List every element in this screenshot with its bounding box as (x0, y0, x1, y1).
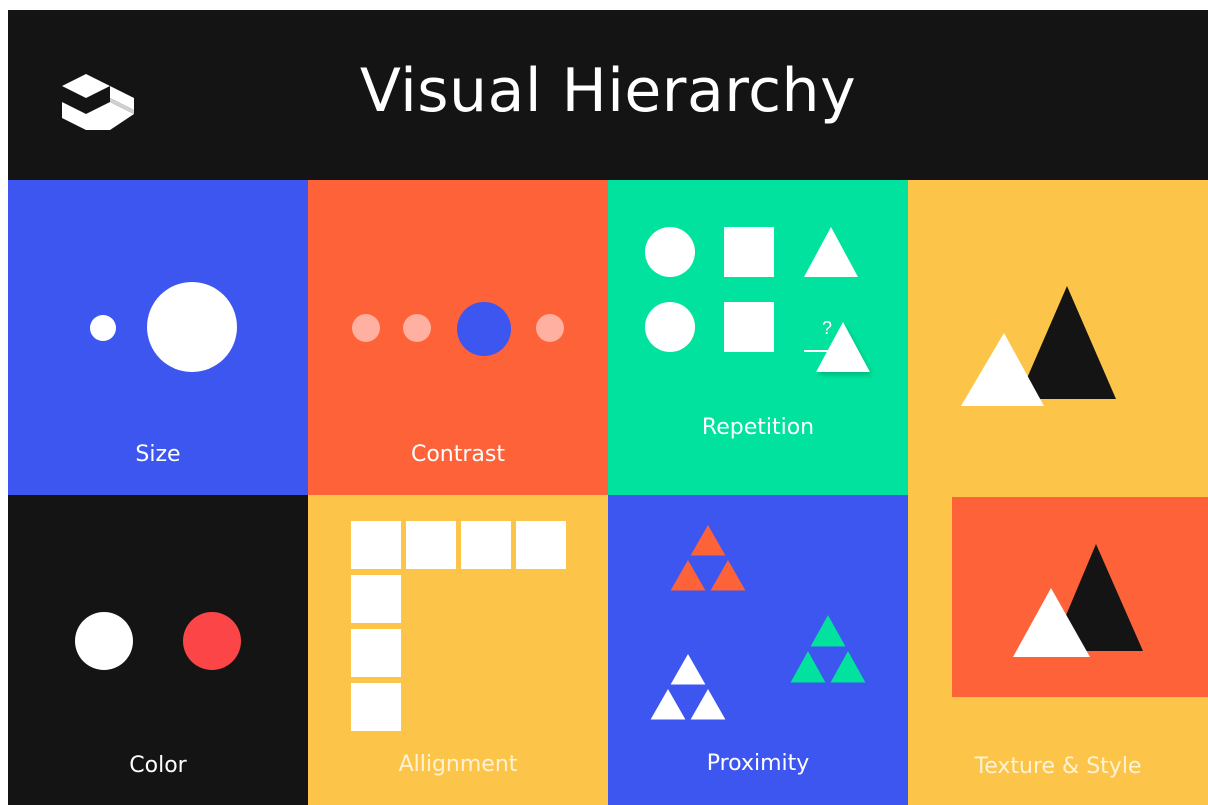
panel-label-repetition: Repetition (701, 415, 815, 440)
page-title: Visual Hierarchy (359, 56, 857, 126)
triangle-cluster-green (786, 610, 870, 686)
texture-style-illustration (952, 286, 1208, 697)
panel-contrast: Contrast (308, 180, 608, 495)
panel-label-color: Color (129, 753, 187, 778)
panel-color: Color (8, 495, 308, 805)
aligned-square (351, 521, 401, 569)
highlight-circle (457, 302, 511, 356)
infographic: Visual Hierarchy Size Contrast ? Repetit… (8, 10, 1208, 805)
aligned-square (351, 575, 401, 623)
question-mark: ? (822, 318, 832, 338)
large-circle (147, 282, 237, 372)
panel-label-proximity: Proximity (706, 751, 810, 776)
circle-shape (645, 302, 695, 352)
square-shape (724, 302, 774, 352)
repetition-illustration: ? (645, 227, 870, 372)
panel-proximity: Proximity (608, 495, 908, 805)
red-circle (183, 612, 241, 670)
panel-label-alignment: Allignment (398, 752, 518, 777)
triangle-shape (804, 227, 858, 277)
faded-circle (536, 314, 564, 342)
aligned-square (406, 521, 456, 569)
panel-texture-style: Texture & Style (908, 180, 1208, 805)
aligned-square (516, 521, 566, 569)
panel-alignment: Allignment (308, 495, 608, 805)
panel-label-contrast: Contrast (410, 442, 505, 467)
small-circle (90, 315, 116, 341)
panel-label-texture-style: Texture & Style (974, 754, 1142, 779)
header: Visual Hierarchy (8, 10, 1208, 180)
aligned-square (351, 683, 401, 731)
aligned-square (351, 629, 401, 677)
aligned-square (461, 521, 511, 569)
panel-label-size: Size (135, 442, 181, 467)
square-shape (724, 227, 774, 277)
panel-size: Size (8, 180, 308, 495)
faded-circle (403, 314, 431, 342)
white-circle (75, 612, 133, 670)
triangle-cluster-white (646, 649, 730, 723)
black-triangle (1018, 286, 1116, 399)
panel-repetition: ? Repetition (608, 180, 908, 495)
triangle-cluster-orange (666, 520, 750, 594)
faded-circle (352, 314, 380, 342)
circle-shape (645, 227, 695, 277)
